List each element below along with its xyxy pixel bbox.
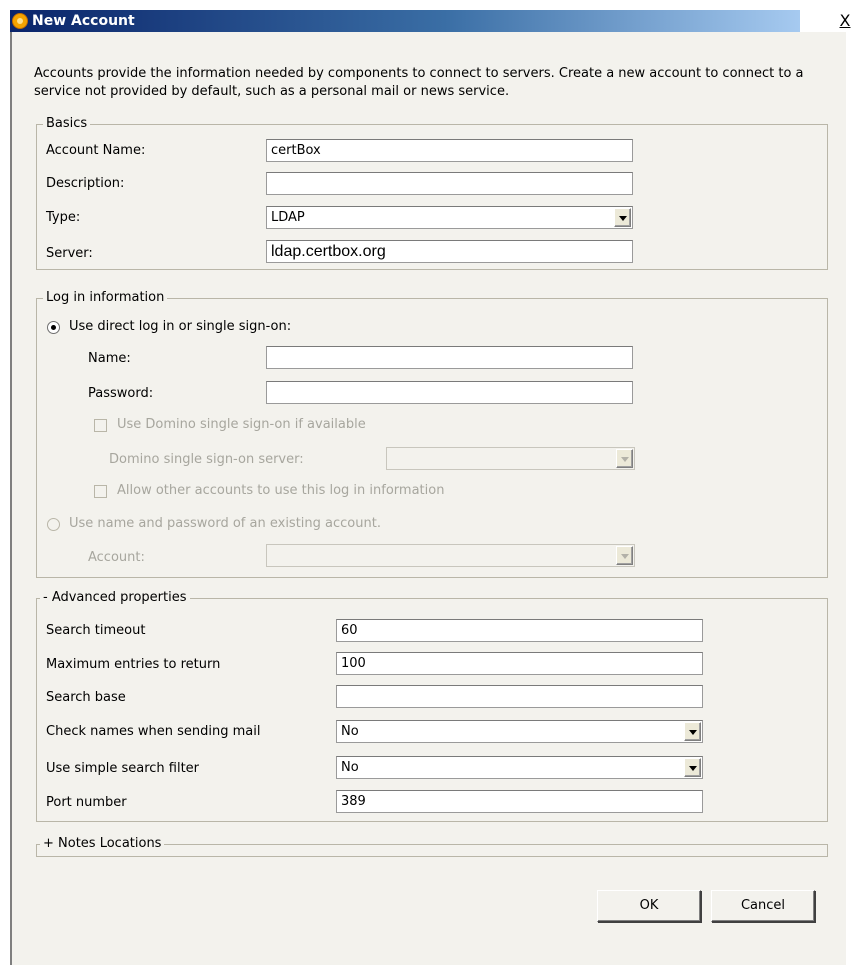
notes-locations-group: + Notes Locations [36, 835, 828, 857]
existing-account-radio[interactable] [47, 518, 60, 531]
existing-account-label[interactable]: Use name and password of an existing acc… [69, 515, 381, 533]
login-legend: Log in information [43, 289, 168, 307]
basics-group: Basics Account Name: certBox Description… [36, 115, 828, 270]
login-group: Log in information Use direct log in or … [36, 289, 828, 578]
description-label: Description: [46, 176, 125, 191]
type-select[interactable]: LDAP [266, 206, 633, 229]
domino-server-label: Domino single sign-on server: [109, 452, 304, 467]
intro-text: Accounts provide the information needed … [34, 66, 804, 99]
name-field[interactable] [266, 346, 633, 369]
window-title: New Account [32, 13, 135, 29]
check-names-label: Check names when sending mail [46, 724, 261, 739]
chevron-down-icon[interactable] [684, 758, 701, 777]
server-label: Server: [46, 246, 93, 261]
simple-filter-value: No [341, 760, 359, 775]
password-label: Password: [88, 386, 154, 401]
domino-sso-checkbox[interactable] [94, 419, 107, 432]
name-label: Name: [88, 351, 131, 366]
type-select-value: LDAP [271, 210, 305, 225]
description-field[interactable] [266, 172, 633, 195]
direct-login-radio[interactable] [47, 321, 60, 334]
max-entries-label: Maximum entries to return [46, 657, 221, 672]
new-account-dialog: Accounts provide the information needed … [10, 32, 846, 965]
max-entries-field[interactable]: 100 [336, 652, 703, 675]
allow-others-label[interactable]: Allow other accounts to use this log in … [117, 482, 444, 500]
close-button[interactable]: X [836, 10, 854, 32]
notes-locations-legend[interactable]: + Notes Locations [40, 835, 165, 853]
advanced-group: - Advanced properties Search timeout 60 … [36, 589, 828, 822]
simple-filter-select[interactable]: No [336, 756, 703, 779]
check-names-select[interactable]: No [336, 720, 703, 743]
type-label: Type: [46, 210, 81, 225]
title-bar: New Account [10, 10, 800, 32]
cancel-button[interactable]: Cancel [711, 890, 815, 922]
chevron-down-icon[interactable] [616, 546, 633, 565]
domino-server-select[interactable] [386, 447, 635, 470]
allow-others-checkbox[interactable] [94, 485, 107, 498]
account-label: Account: [88, 550, 145, 565]
direct-login-label[interactable]: Use direct log in or single sign-on: [69, 318, 291, 336]
search-timeout-field[interactable]: 60 [336, 619, 703, 642]
password-field[interactable] [266, 381, 633, 404]
search-timeout-label: Search timeout [46, 623, 146, 638]
account-name-label: Account Name: [46, 143, 146, 158]
chevron-down-icon[interactable] [614, 208, 631, 227]
chevron-down-icon[interactable] [684, 722, 701, 741]
server-field[interactable]: ldap.certbox.org [266, 240, 633, 263]
domino-sso-label[interactable]: Use Domino single sign-on if available [117, 416, 366, 434]
basics-legend: Basics [43, 115, 91, 133]
lotus-notes-icon [12, 13, 28, 29]
simple-filter-label: Use simple search filter [46, 761, 200, 776]
search-base-field[interactable] [336, 685, 703, 708]
account-name-field[interactable]: certBox [266, 139, 633, 162]
chevron-down-icon[interactable] [616, 449, 633, 468]
check-names-value: No [341, 724, 359, 739]
search-base-label: Search base [46, 690, 126, 705]
port-number-field[interactable]: 389 [336, 790, 703, 813]
advanced-legend[interactable]: - Advanced properties [40, 589, 190, 607]
port-number-label: Port number [46, 795, 127, 810]
ok-button[interactable]: OK [597, 890, 701, 922]
account-select[interactable] [266, 544, 635, 567]
